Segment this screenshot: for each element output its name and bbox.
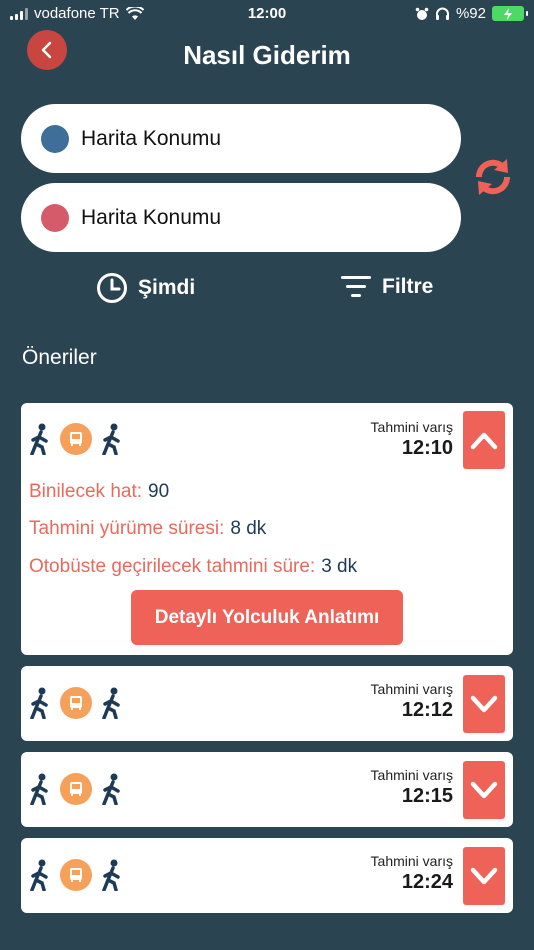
bus-icon <box>60 773 92 805</box>
arrival-info: Tahmini varış 12:24 <box>371 853 453 894</box>
route-card[interactable]: Tahmini varış 12:10 Binilecek hat: 90 Tah… <box>21 403 513 655</box>
walk-icon <box>30 687 48 719</box>
suggestions-title: Öneriler <box>22 346 97 369</box>
arrival-label: Tahmini varış <box>370 419 453 435</box>
expand-button[interactable] <box>463 847 505 905</box>
origin-dot-icon <box>41 124 69 153</box>
time-selector[interactable]: Şimdi <box>96 272 195 304</box>
chevron-up-icon <box>470 432 498 450</box>
arrival-info: Tahmini varış 12:10 <box>371 419 453 460</box>
filter-label: Filtre <box>382 275 434 298</box>
origin-text: Harita Konumu <box>81 126 222 150</box>
battery-percent: %92 <box>455 5 486 22</box>
bus-duration-value: 3 dk <box>321 556 358 577</box>
time-label: Şimdi <box>138 276 196 299</box>
expand-button[interactable] <box>463 761 505 819</box>
walk-icon <box>102 859 120 891</box>
walk-icon <box>102 773 120 805</box>
walk-duration-row: Tahmini yürüme süresi: 8 dk <box>29 518 266 540</box>
filter-button[interactable]: Filtre <box>340 272 433 302</box>
page-title: Nasıl Giderim <box>183 40 351 70</box>
bus-icon <box>60 423 92 455</box>
route-card[interactable]: Tahmini varış 12:12 <box>21 666 513 741</box>
bus-duration-label: Otobüste geçirilecek tahmini süre: <box>29 556 316 577</box>
walk-icon <box>30 859 48 891</box>
walk-icon <box>102 687 120 719</box>
expand-button[interactable] <box>463 675 505 733</box>
arrival-label: Tahmini varış <box>370 767 453 783</box>
destination-text: Harita Konumu <box>81 205 222 229</box>
battery-icon <box>492 6 528 21</box>
detailed-journey-button[interactable]: Detaylı Yolculuk Anlatımı <box>131 590 403 645</box>
destination-field[interactable]: Harita Konumu <box>21 183 461 252</box>
route-modes <box>29 423 123 455</box>
walk-icon <box>30 423 48 455</box>
headphones-icon <box>435 7 449 20</box>
route-modes <box>29 687 123 719</box>
arrival-info: Tahmini varış 12:15 <box>371 767 453 808</box>
arrival-time: 12:12 <box>401 699 453 721</box>
arrival-time: 12:10 <box>401 437 453 459</box>
clock-icon <box>97 273 127 303</box>
filter-icon <box>341 276 371 297</box>
bus-icon <box>60 859 92 891</box>
arrival-label: Tahmini varış <box>370 853 453 869</box>
bus-icon <box>60 687 92 719</box>
line-row: Binilecek hat: 90 <box>29 481 169 503</box>
arrival-label: Tahmini varış <box>370 681 453 697</box>
bus-duration-row: Otobüste geçirilecek tahmini süre: 3 dk <box>29 556 357 578</box>
arrival-time: 12:24 <box>401 871 453 893</box>
route-modes <box>29 859 123 891</box>
route-modes <box>29 773 123 805</box>
arrival-info: Tahmini varış 12:12 <box>371 681 453 722</box>
line-value: 90 <box>148 481 170 502</box>
collapse-button[interactable] <box>463 411 505 469</box>
refresh-icon <box>475 159 511 195</box>
line-label: Binilecek hat: <box>29 481 143 502</box>
walk-duration-value: 8 dk <box>230 518 267 539</box>
walk-duration-label: Tahmini yürüme süresi: <box>29 518 225 539</box>
swap-locations-button[interactable] <box>470 154 516 200</box>
chevron-down-icon <box>470 695 498 713</box>
chevron-down-icon <box>470 867 498 885</box>
walk-icon <box>102 423 120 455</box>
walk-icon <box>30 773 48 805</box>
route-card[interactable]: Tahmini varış 12:15 <box>21 752 513 827</box>
arrival-time: 12:15 <box>401 785 453 807</box>
alarm-icon <box>415 7 429 20</box>
status-bar: vodafone TR 12:00 %92 <box>0 0 534 28</box>
origin-field[interactable]: Harita Konumu <box>21 104 461 173</box>
chevron-down-icon <box>470 781 498 799</box>
route-card[interactable]: Tahmini varış 12:24 <box>21 838 513 913</box>
destination-dot-icon <box>41 203 69 232</box>
